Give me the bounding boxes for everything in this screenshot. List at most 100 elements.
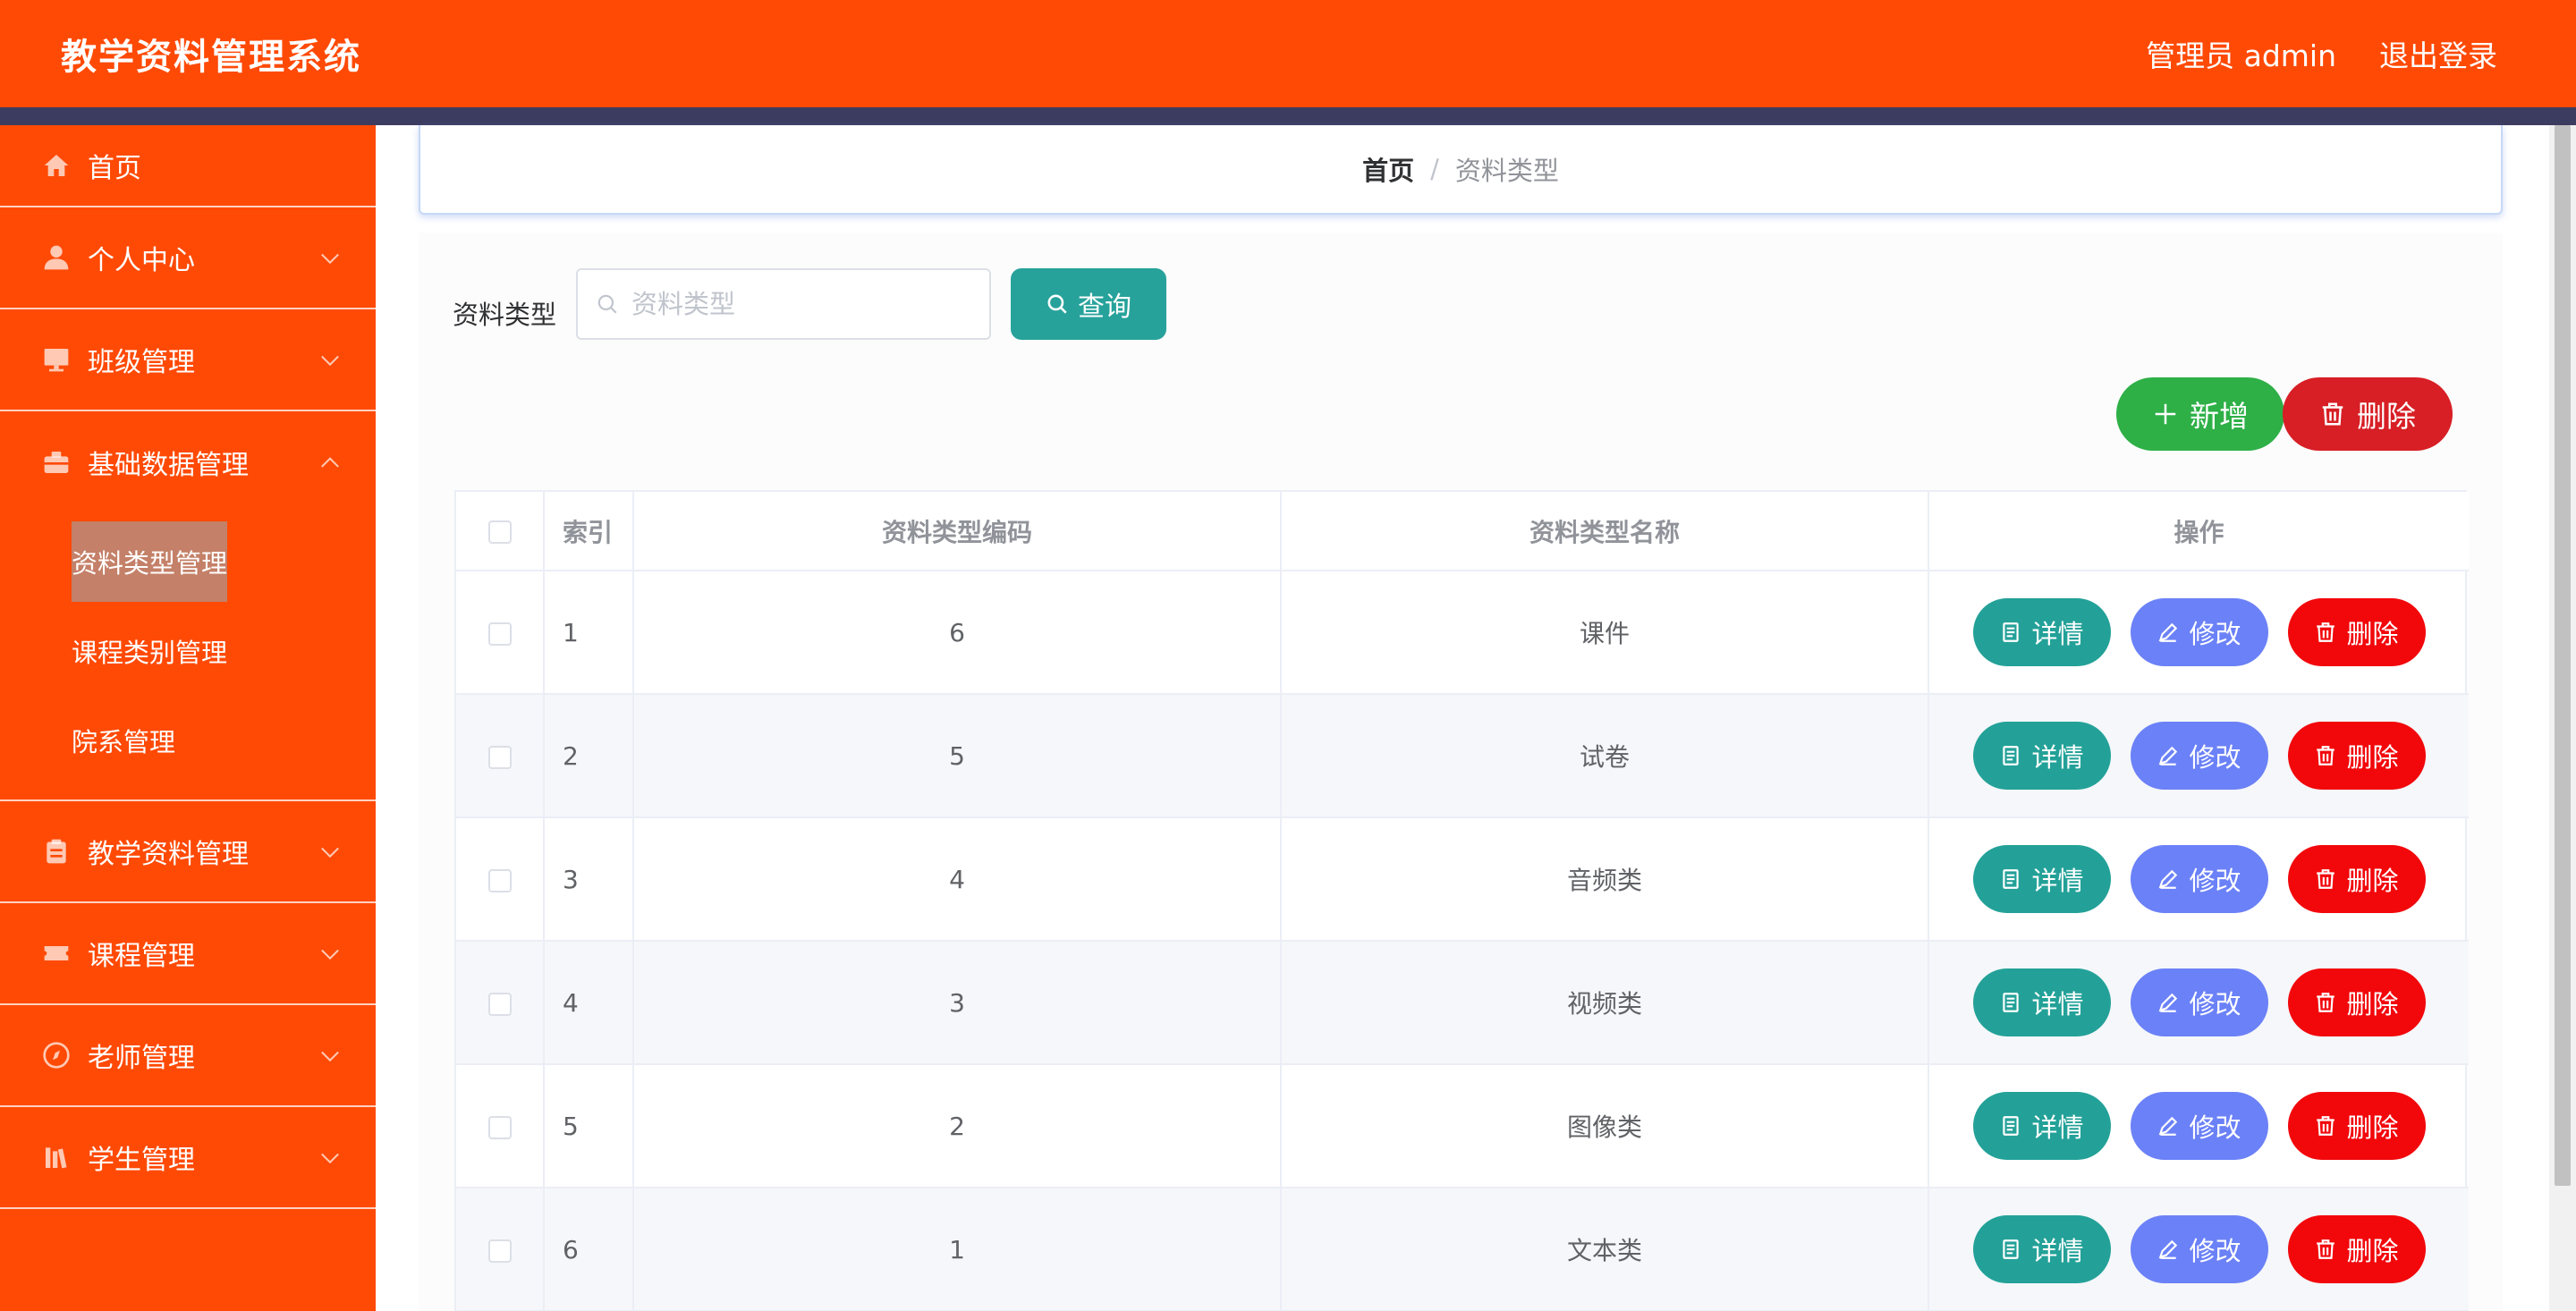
batch-delete-button[interactable]: 删除 xyxy=(2283,377,2453,451)
sidebar-subitem-department[interactable]: 院系管理 xyxy=(0,696,376,785)
chevron-down-icon xyxy=(321,1146,339,1164)
row-select-cell xyxy=(456,941,545,1065)
delete-button[interactable]: 删除 xyxy=(2287,968,2426,1036)
briefcase-icon xyxy=(41,447,72,478)
row-select-cell xyxy=(456,817,545,942)
delete-button[interactable]: 删除 xyxy=(2287,1092,2426,1160)
row-type-code: 2 xyxy=(633,1064,1282,1188)
delete-button[interactable]: 删除 xyxy=(2287,1215,2426,1283)
sidebar-item-label: 首页 xyxy=(88,153,141,184)
search-field[interactable] xyxy=(576,268,991,340)
row-checkbox[interactable] xyxy=(487,868,512,892)
home-icon xyxy=(41,150,72,181)
page-scrollbar[interactable] xyxy=(2549,125,2576,1311)
edit-icon xyxy=(2159,746,2178,765)
row-type-name: 文本类 xyxy=(1281,1188,1929,1311)
detail-button[interactable]: 详情 xyxy=(1972,968,2111,1036)
row-checkbox[interactable] xyxy=(487,622,512,646)
edit-button[interactable]: 修改 xyxy=(2130,722,2268,790)
select-all-checkbox[interactable] xyxy=(487,520,512,544)
row-checkbox[interactable] xyxy=(487,992,512,1016)
admin-label[interactable]: 管理员 admin xyxy=(2146,32,2336,75)
chevron-up-icon xyxy=(321,457,339,476)
table-row[interactable]: 3 4 音频类 详情 修改 删除 xyxy=(456,817,2469,942)
sidebar-item-label: 课程管理 xyxy=(88,941,195,972)
sidebar-item-basic-data[interactable]: 基础数据管理 xyxy=(0,411,376,513)
row-select-cell xyxy=(456,1188,545,1311)
search-icon xyxy=(1047,294,1067,314)
user-icon xyxy=(41,242,72,273)
sidebar-item-profile[interactable]: 个人中心 xyxy=(0,207,376,309)
trash-icon xyxy=(2317,746,2335,765)
edit-button[interactable]: 修改 xyxy=(2130,968,2268,1036)
row-actions: 详情 修改 删除 xyxy=(1928,1188,2469,1311)
row-checkbox[interactable] xyxy=(487,745,512,769)
edit-button[interactable]: 修改 xyxy=(2130,598,2268,666)
data-table: 索引 资料类型编码 资料类型名称 操作 1 6 课件 详情 修改 删除 2 5 试卷 详情 修改 删除… xyxy=(454,490,2469,1311)
row-select-cell xyxy=(456,571,545,695)
row-index: 2 xyxy=(544,694,634,818)
breadcrumb-separator: / xyxy=(1430,154,1439,184)
detail-button[interactable]: 详情 xyxy=(1972,598,2111,666)
delete-button[interactable]: 删除 xyxy=(2287,598,2426,666)
row-type-code: 5 xyxy=(633,694,1282,818)
sidebar-item-label: 教学资料管理 xyxy=(88,839,249,870)
query-button[interactable]: 查询 xyxy=(1011,268,1166,340)
table-row[interactable]: 1 6 课件 详情 修改 删除 xyxy=(456,571,2469,695)
chevron-down-icon xyxy=(321,246,339,265)
row-index: 1 xyxy=(544,571,634,695)
detail-button[interactable]: 详情 xyxy=(1972,722,2111,790)
add-button[interactable]: 新增 xyxy=(2116,377,2284,451)
books-icon xyxy=(41,1142,72,1172)
table-row[interactable]: 2 5 试卷 详情 修改 删除 xyxy=(456,694,2469,818)
sidebar-item-teacher[interactable]: 老师管理 xyxy=(0,1005,376,1107)
detail-button[interactable]: 详情 xyxy=(1972,1215,2111,1283)
sidebar-subitem-material-type[interactable]: 资料类型管理 xyxy=(0,517,376,606)
breadcrumb: 首页 / 资料类型 xyxy=(419,125,2503,215)
ticket-icon xyxy=(41,938,72,968)
edit-button[interactable]: 修改 xyxy=(2130,1092,2268,1160)
trash-icon xyxy=(2322,402,2343,426)
detail-button[interactable]: 详情 xyxy=(1972,1092,2111,1160)
table-row[interactable]: 5 2 图像类 详情 修改 删除 xyxy=(456,1064,2469,1188)
document-icon xyxy=(2003,993,2020,1012)
sidebar-item-class[interactable]: 班级管理 xyxy=(0,309,376,411)
document-icon xyxy=(2003,1116,2020,1136)
table-header-row: 索引 资料类型编码 资料类型名称 操作 xyxy=(456,492,2469,571)
search-input[interactable] xyxy=(631,289,971,319)
scrollbar-thumb[interactable] xyxy=(2555,125,2571,1186)
trash-icon xyxy=(2317,869,2335,889)
row-index: 6 xyxy=(544,1188,634,1311)
delete-button[interactable]: 删除 xyxy=(2287,722,2426,790)
row-select-cell xyxy=(456,694,545,818)
row-type-name: 视频类 xyxy=(1281,941,1929,1065)
delete-button[interactable]: 删除 xyxy=(2287,845,2426,913)
sidebar-item-label: 基础数据管理 xyxy=(88,450,249,481)
row-type-code: 1 xyxy=(633,1188,1282,1311)
edit-button[interactable]: 修改 xyxy=(2130,845,2268,913)
sidebar-item-course[interactable]: 课程管理 xyxy=(0,903,376,1005)
trash-icon xyxy=(2317,1116,2335,1136)
sidebar-item-label: 老师管理 xyxy=(88,1043,195,1074)
sidebar-item-student[interactable]: 学生管理 xyxy=(0,1107,376,1209)
breadcrumb-home[interactable]: 首页 xyxy=(1362,150,1414,188)
row-type-code: 6 xyxy=(633,571,1282,695)
row-type-code: 3 xyxy=(633,941,1282,1065)
row-checkbox[interactable] xyxy=(487,1239,512,1263)
sidebar-subitem-course-category[interactable]: 课程类别管理 xyxy=(0,606,376,696)
sidebar-item-home[interactable]: 首页 xyxy=(0,125,376,207)
edit-icon xyxy=(2159,622,2178,642)
detail-button[interactable]: 详情 xyxy=(1972,845,2111,913)
logout-link[interactable]: 退出登录 xyxy=(2379,32,2497,75)
edit-button[interactable]: 修改 xyxy=(2130,1215,2268,1283)
chevron-down-icon xyxy=(321,942,339,960)
document-icon xyxy=(2003,869,2020,889)
document-icon xyxy=(2003,746,2020,765)
app-title: 教学资料管理系统 xyxy=(61,37,361,78)
sidebar-item-label: 学生管理 xyxy=(88,1145,195,1176)
table-row[interactable]: 4 3 视频类 详情 修改 删除 xyxy=(456,941,2469,1065)
document-icon xyxy=(2003,1239,2020,1259)
sidebar-item-teaching-material[interactable]: 教学资料管理 xyxy=(0,801,376,903)
row-checkbox[interactable] xyxy=(487,1115,512,1139)
table-row[interactable]: 6 1 文本类 详情 修改 删除 xyxy=(456,1188,2469,1311)
